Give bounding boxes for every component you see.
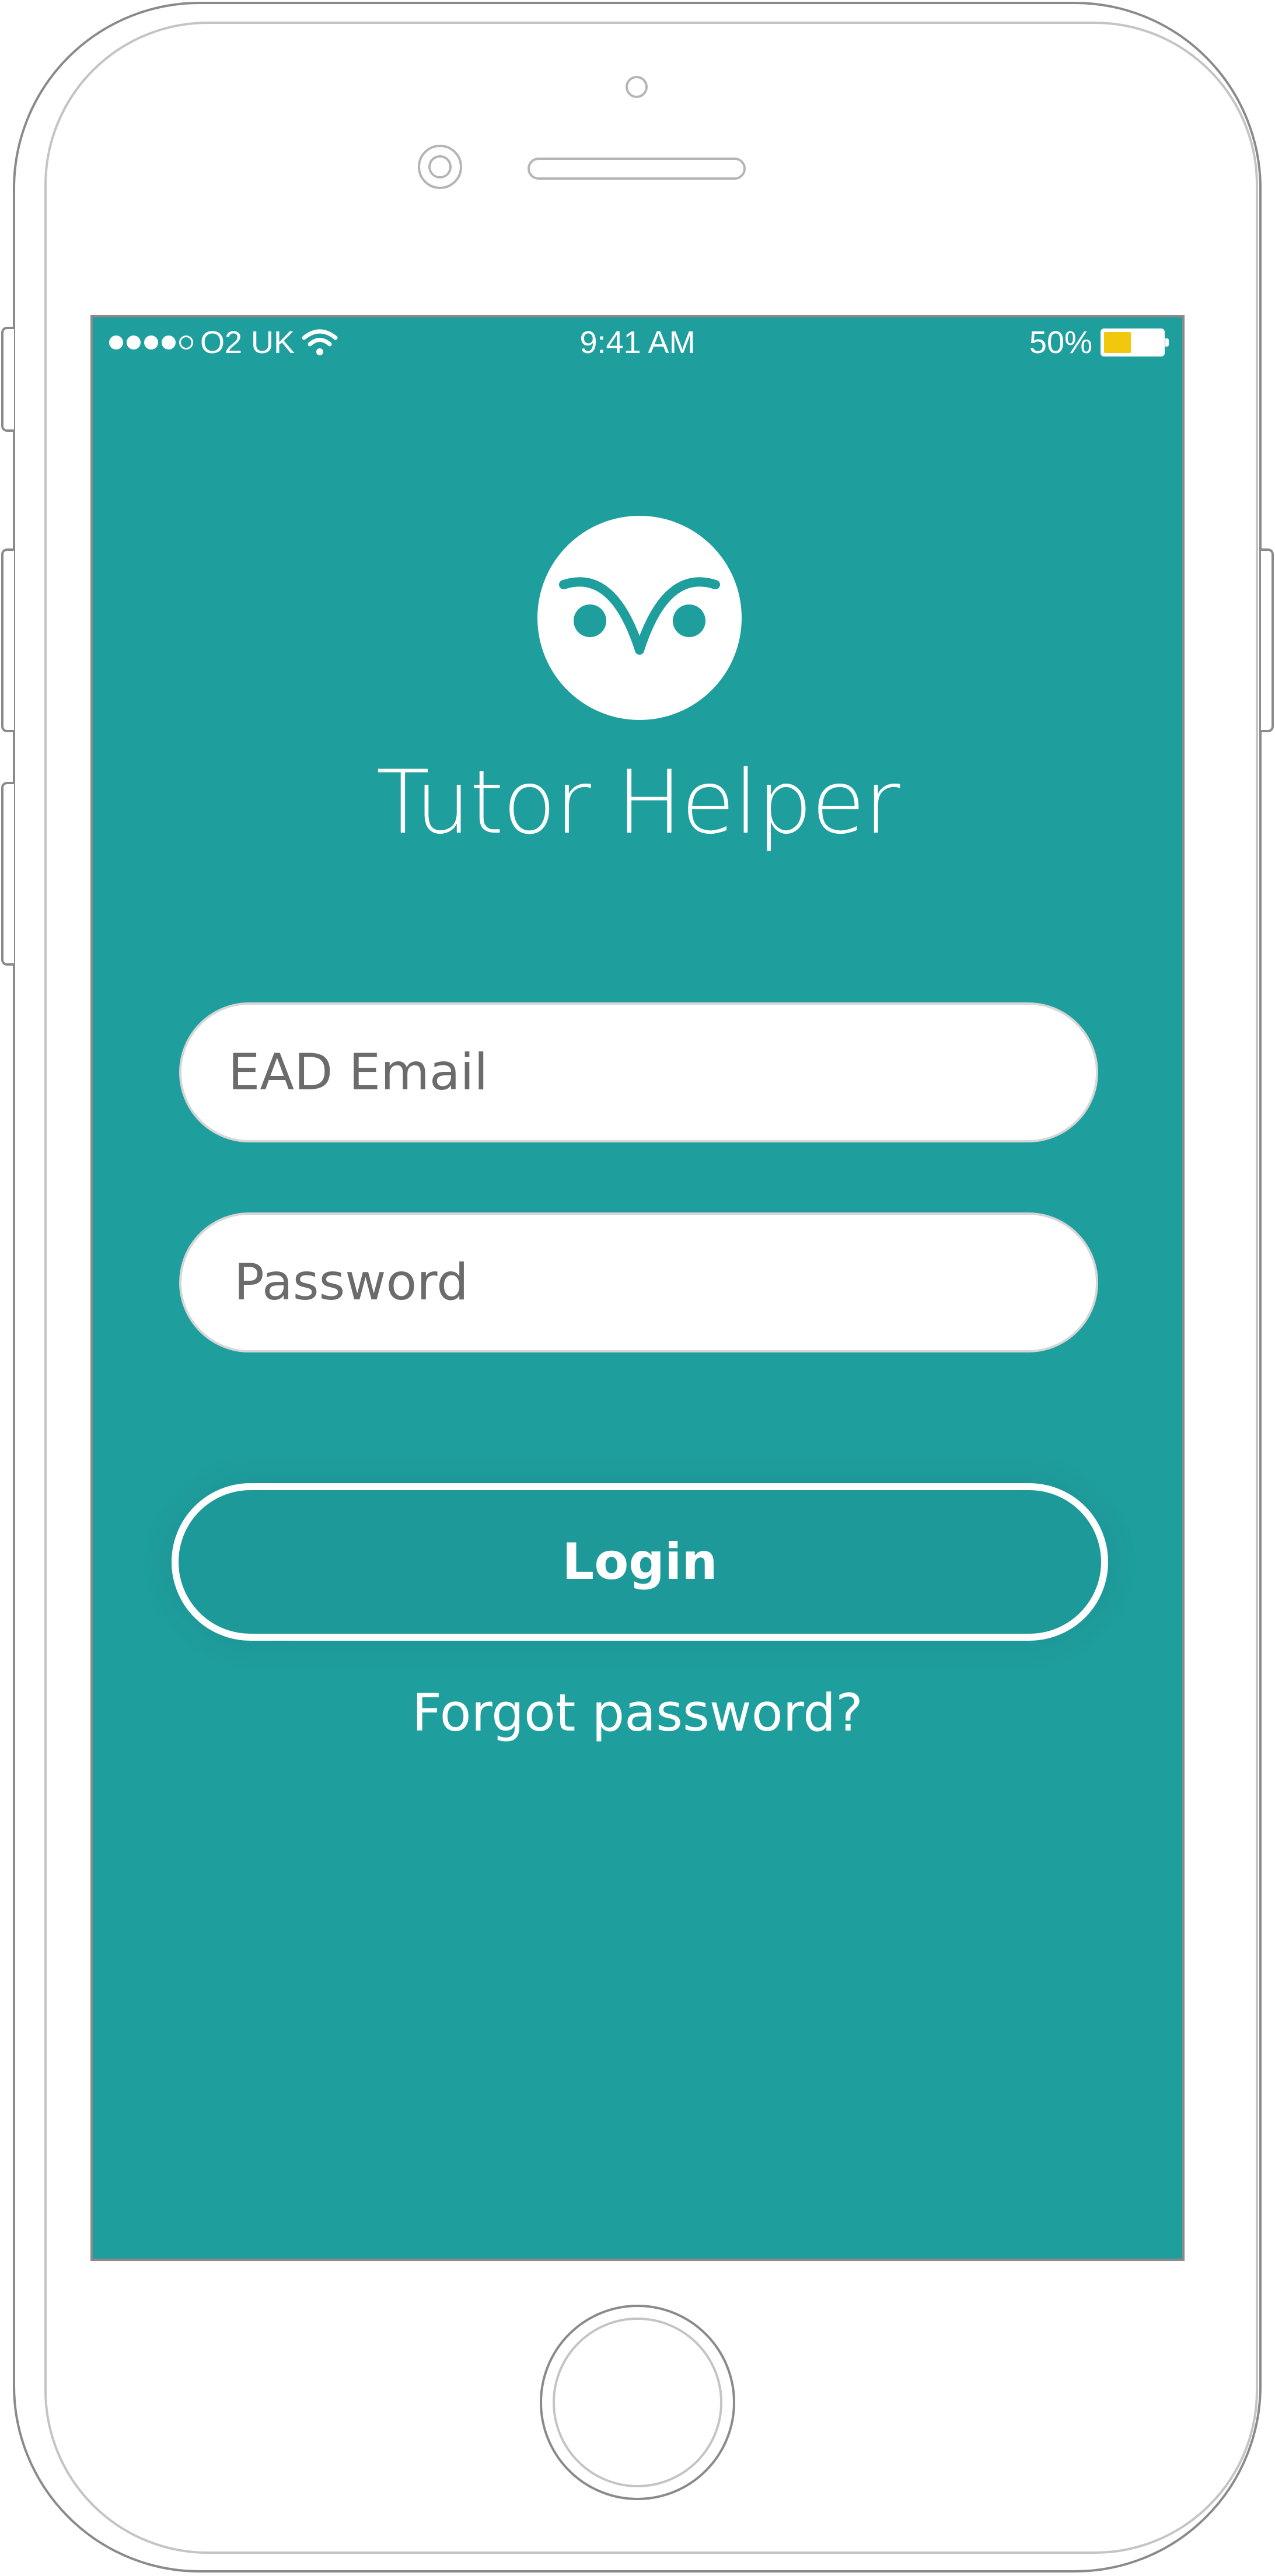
owl-eyes-icon [559,577,720,655]
login-button[interactable]: Login [172,1483,1108,1641]
power-button [1261,548,1274,732]
status-time: 9:41 AM [579,325,696,360]
status-right: 50% [1029,324,1169,361]
battery-level-fill [1104,332,1131,353]
battery-percent: 50% [1029,325,1092,360]
email-placeholder: EAD Email [228,1043,488,1102]
proximity-sensor [626,76,648,98]
password-field[interactable]: Password [179,1212,1098,1352]
battery-icon [1101,328,1169,356]
status-bar: O2 UK 9:41 AM 50% [93,317,1182,370]
home-button[interactable] [540,2305,735,2500]
volume-down-button [1,782,14,966]
mute-switch [1,327,14,432]
email-field[interactable]: EAD Email [179,1002,1098,1142]
password-placeholder: Password [234,1253,469,1312]
volume-up-button [1,548,14,732]
forgot-password-link[interactable]: Forgot password? [93,1683,1182,1743]
app-screen: O2 UK 9:41 AM 50% Tutor Helper EAD Email [90,315,1185,2261]
front-camera-icon [418,145,462,189]
app-logo [537,516,742,720]
earpiece-speaker [528,158,746,180]
app-title: Tutor Helper [376,752,900,854]
login-button-label: Login [562,1533,718,1591]
